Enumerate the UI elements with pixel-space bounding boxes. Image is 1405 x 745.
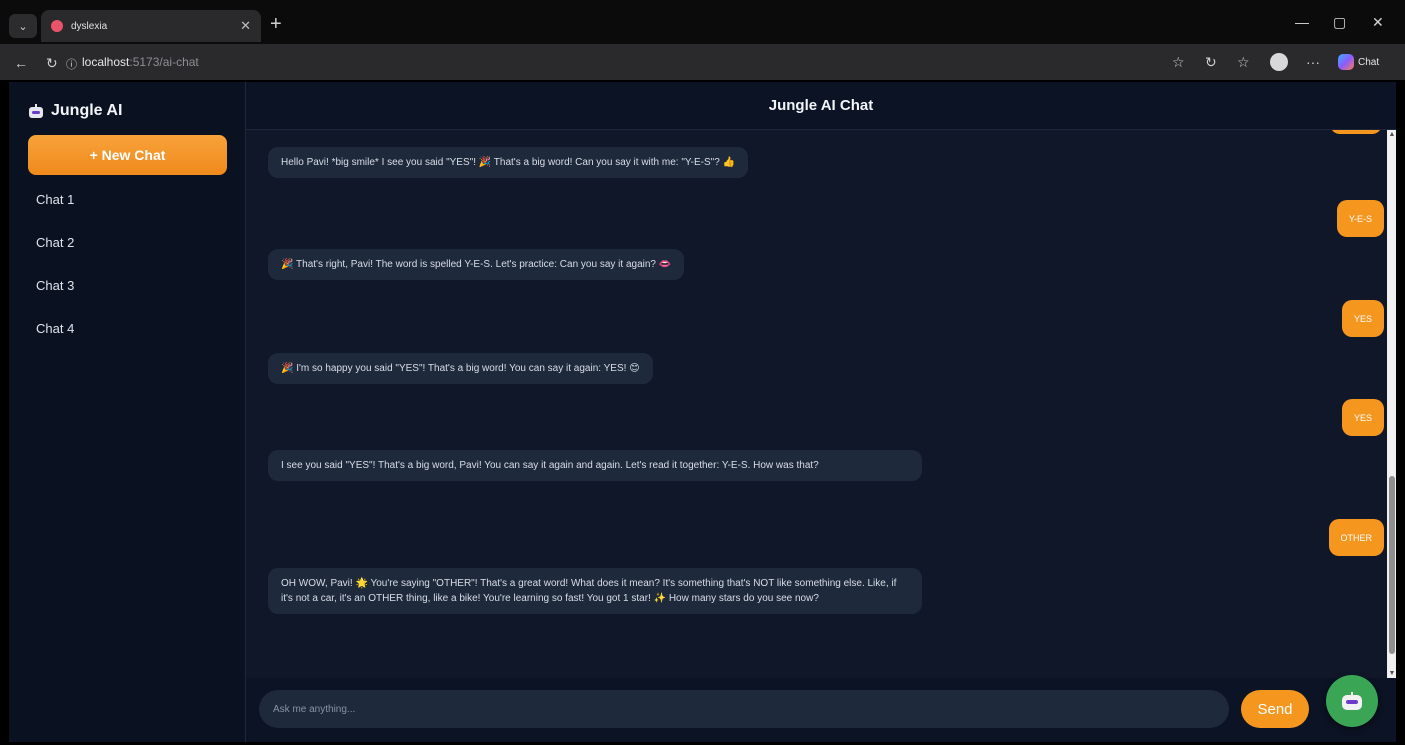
brand-name: Jungle AI bbox=[51, 102, 123, 119]
url-field[interactable]: localhost:5173/ai-chat bbox=[82, 55, 199, 69]
favorite-star-icon[interactable]: ☆ bbox=[1172, 54, 1185, 71]
bot-message: I see you said "YES"! That's a big word,… bbox=[268, 450, 922, 481]
close-window-icon[interactable]: ✕ bbox=[1372, 14, 1384, 31]
maximize-icon[interactable]: ▢ bbox=[1333, 14, 1346, 31]
tab-actions-chevron-icon[interactable]: ⌄ bbox=[9, 14, 37, 38]
profile-avatar-icon[interactable] bbox=[1270, 53, 1288, 71]
chat-list-item[interactable]: Chat 2 bbox=[28, 235, 233, 278]
copilot-button[interactable]: Chat bbox=[1336, 52, 1392, 72]
chat-list: Chat 1 Chat 2 Chat 3 Chat 4 bbox=[28, 192, 233, 364]
bot-message: 🎉 I'm so happy you said "YES"! That's a … bbox=[268, 353, 653, 384]
minimize-icon[interactable]: — bbox=[1295, 14, 1309, 30]
extension-icon[interactable]: ↻ bbox=[1205, 54, 1217, 71]
sidebar: Jungle AI + New Chat Chat 1 Chat 2 Chat … bbox=[9, 82, 246, 742]
chat-list-item[interactable]: Chat 3 bbox=[28, 278, 233, 321]
message-list: Hello Pavi! *big smile* I see you said "… bbox=[246, 130, 1386, 678]
copilot-icon bbox=[1338, 54, 1354, 70]
input-bar: Send bbox=[246, 678, 1396, 742]
bot-message: Hello Pavi! *big smile* I see you said "… bbox=[268, 147, 748, 178]
address-bar: ← ↻ ⓘ localhost:5173/ai-chat ☆ ↻ ☆ ··· C… bbox=[0, 44, 1405, 80]
send-button[interactable]: Send bbox=[1241, 690, 1309, 728]
copilot-label: Chat bbox=[1358, 56, 1380, 68]
bot-message: OH WOW, Pavi! 🌟 You're saying "OTHER"! T… bbox=[268, 568, 922, 614]
chat-main: Jungle AI Chat Hello Pavi! *big smile* I… bbox=[246, 82, 1396, 742]
scroll-down-icon[interactable]: ▼ bbox=[1387, 670, 1396, 677]
tab-close-icon[interactable]: ✕ bbox=[240, 18, 251, 34]
chat-list-item[interactable]: Chat 1 bbox=[28, 192, 233, 235]
user-message: Y-E-S bbox=[1336, 200, 1384, 237]
message-input[interactable] bbox=[259, 690, 1229, 728]
robot-icon bbox=[28, 104, 44, 118]
bot-message: 🎉 That's right, Pavi! The word is spelle… bbox=[268, 249, 685, 280]
url-path: :5173/ai-chat bbox=[129, 55, 199, 69]
url-host: localhost bbox=[82, 55, 130, 69]
chat-list-item[interactable]: Chat 4 bbox=[28, 321, 233, 364]
user-message: YES bbox=[1341, 399, 1384, 436]
app-window: Jungle AI + New Chat Chat 1 Chat 2 Chat … bbox=[9, 82, 1396, 742]
assistant-fab-button[interactable] bbox=[1326, 675, 1378, 727]
chat-header: Jungle AI Chat bbox=[246, 82, 1396, 130]
site-info-icon[interactable]: ⓘ bbox=[66, 56, 77, 72]
scroll-up-icon[interactable]: ▲ bbox=[1387, 131, 1396, 138]
browser-titlebar: ⌄ dyslexia ✕ + — ▢ ✕ bbox=[0, 0, 1405, 44]
more-icon[interactable]: ··· bbox=[1306, 54, 1320, 70]
tab-title: dyslexia bbox=[71, 20, 108, 32]
user-message-partial bbox=[1330, 130, 1382, 134]
new-tab-icon[interactable]: + bbox=[270, 14, 282, 34]
user-message: OTHER bbox=[1328, 519, 1384, 556]
back-icon[interactable]: ← bbox=[14, 55, 28, 71]
favorites-icon[interactable]: ☆ bbox=[1237, 54, 1250, 71]
brand: Jungle AI bbox=[28, 102, 122, 120]
message-scrollbar[interactable]: ▲ ▼ bbox=[1387, 130, 1396, 678]
refresh-icon[interactable]: ↻ bbox=[46, 55, 58, 72]
scrollbar-thumb[interactable] bbox=[1389, 476, 1395, 654]
user-message: YES bbox=[1341, 300, 1384, 337]
browser-tab[interactable]: dyslexia ✕ bbox=[41, 10, 261, 42]
robot-icon bbox=[1342, 692, 1362, 710]
favicon-icon bbox=[51, 20, 63, 32]
new-chat-button[interactable]: + New Chat bbox=[28, 135, 227, 175]
chat-title: Jungle AI Chat bbox=[768, 97, 874, 114]
